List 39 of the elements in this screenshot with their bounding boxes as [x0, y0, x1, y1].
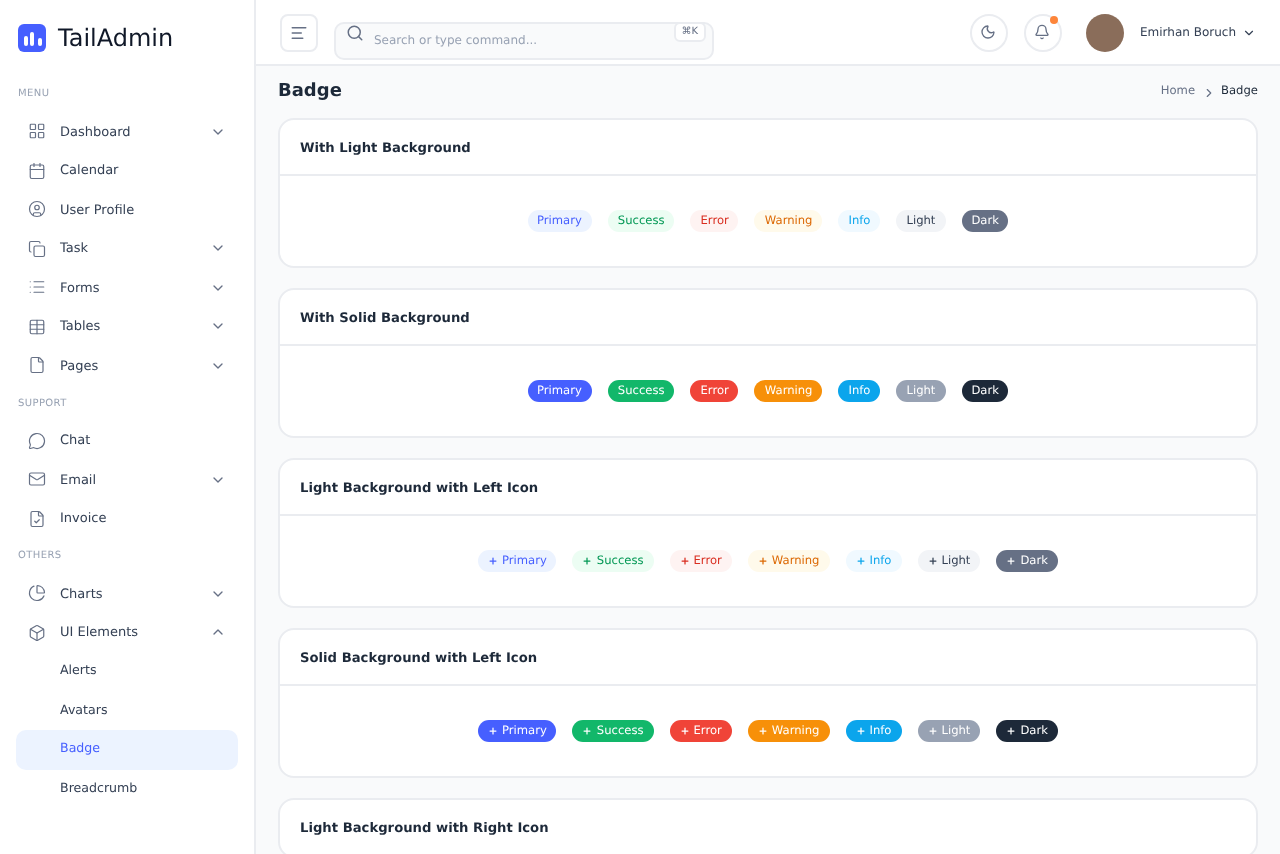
nav-icon	[28, 278, 46, 297]
bell-icon	[1034, 24, 1051, 40]
notifications-button[interactable]	[1023, 13, 1062, 51]
plus-icon	[927, 556, 938, 566]
menu-icon	[290, 23, 308, 41]
nav-icon	[28, 431, 46, 450]
menu-button[interactable]	[280, 13, 318, 51]
plus-icon	[855, 726, 866, 736]
theme-toggle-button[interactable]	[969, 13, 1008, 51]
search-icon	[346, 23, 364, 41]
nav-icon	[28, 317, 46, 336]
plus-icon	[855, 556, 866, 566]
plus-icon	[757, 556, 768, 566]
plus-icon	[1006, 556, 1017, 566]
nav-icon	[28, 200, 46, 219]
plus-icon	[582, 726, 593, 736]
nav-icon	[28, 161, 46, 180]
brand-name: TailAdmin	[58, 24, 174, 52]
chevron-down-icon	[1242, 25, 1256, 39]
nav-icon	[28, 470, 46, 489]
nav-icon	[28, 356, 46, 375]
nav-icon	[28, 623, 46, 642]
nav-icon	[28, 239, 46, 258]
plus-icon	[757, 726, 768, 736]
avatar	[1085, 13, 1124, 51]
plus-icon	[488, 556, 499, 566]
plus-icon	[582, 556, 593, 566]
nav-icon	[28, 122, 46, 141]
nav-icon	[28, 584, 46, 603]
chevron-right-icon	[1201, 85, 1216, 99]
plus-icon	[488, 726, 499, 736]
logo-icon	[18, 24, 46, 52]
page-title: Badge	[278, 82, 342, 102]
plus-icon	[927, 726, 938, 736]
plus-icon	[679, 726, 690, 736]
plus-icon	[1006, 726, 1017, 736]
moon-icon	[980, 24, 997, 40]
nav-icon	[28, 509, 46, 528]
plus-icon	[679, 556, 690, 566]
